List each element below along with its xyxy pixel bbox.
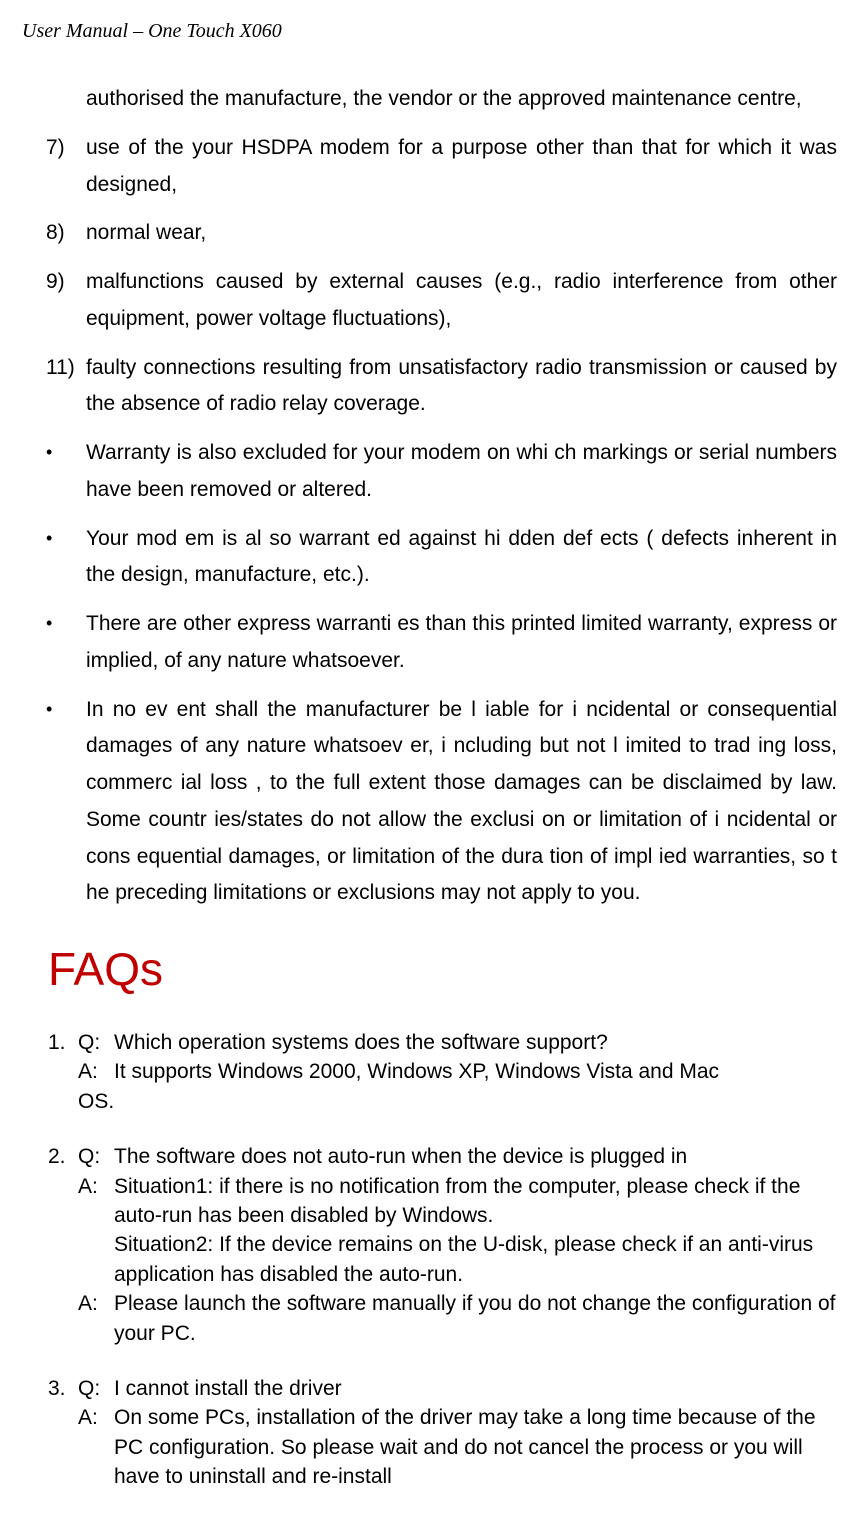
item-text: use of the your HSDPA modem for a purpos…: [86, 130, 837, 204]
bullet-icon: •: [46, 435, 86, 509]
faq-a-text: Situation1: if there is no notification …: [114, 1172, 837, 1231]
empty-num: [46, 81, 86, 118]
bullet-list-item: • Warranty is also excluded for your mod…: [46, 435, 837, 509]
faq-number: 3.: [48, 1374, 78, 1403]
numbered-list-item: 7) use of the your HSDPA modem for a pur…: [46, 130, 837, 204]
item-text: normal wear,: [86, 215, 837, 252]
bullet-text: There are other express warranti es than…: [86, 606, 837, 680]
faq-a-label: A:: [78, 1289, 114, 1348]
faq-spacer: [48, 1289, 78, 1348]
faq-spacer: [48, 1172, 78, 1231]
faq-a-extra: Situation2: If the device remains on the…: [48, 1230, 837, 1289]
bullet-text: In no ev ent shall the manufacturer be l…: [86, 692, 837, 913]
faq-a-text: Please launch the software manually if y…: [114, 1289, 837, 1348]
faq-a-continue: OS.: [48, 1087, 837, 1116]
numbered-list-item: 8) normal wear,: [46, 215, 837, 252]
item-number: 9): [46, 264, 86, 338]
bullet-icon: •: [46, 521, 86, 595]
faq-q-label: Q:: [78, 1028, 114, 1057]
faq-a-text: It supports Windows 2000, Windows XP, Wi…: [114, 1057, 837, 1086]
bullet-list-item: • In no ev ent shall the manufacturer be…: [46, 692, 837, 913]
bullet-list-item: • There are other express warranti es th…: [46, 606, 837, 680]
faq-q-text: Which operation systems does the softwar…: [114, 1028, 837, 1057]
faq-spacer: [48, 1403, 78, 1491]
bullet-icon: •: [46, 606, 86, 680]
faq-spacer: [48, 1057, 78, 1086]
bullet-icon: •: [46, 692, 86, 913]
item-text: malfunctions caused by external causes (…: [86, 264, 837, 338]
list-continuation-text: authorised the manufacture, the vendor o…: [86, 81, 837, 118]
item-number: 8): [46, 215, 86, 252]
item-number: 7): [46, 130, 86, 204]
faq-item: 3. Q: I cannot install the driver A: On …: [46, 1374, 837, 1492]
bullet-text: Warranty is also excluded for your modem…: [86, 435, 837, 509]
numbered-list-item: 11) faulty connections resulting from un…: [46, 350, 837, 424]
faq-a-label: A:: [78, 1057, 114, 1086]
faq-q-label: Q:: [78, 1374, 114, 1403]
faq-a-text: On some PCs, installation of the driver …: [114, 1403, 837, 1491]
faq-a-label: A:: [78, 1172, 114, 1231]
bullet-list-item: • Your mod em is al so warrant ed agains…: [46, 521, 837, 595]
item-number: 11): [46, 350, 86, 424]
faqs-heading: FAQs: [46, 942, 837, 996]
item-text: faulty connections resulting from unsati…: [86, 350, 837, 424]
faq-number: 2.: [48, 1142, 78, 1171]
faq-q-text: The software does not auto-run when the …: [114, 1142, 837, 1171]
faq-q-label: Q:: [78, 1142, 114, 1171]
faq-a-label: A:: [78, 1403, 114, 1491]
faq-item: 2. Q: The software does not auto-run whe…: [46, 1142, 837, 1348]
numbered-list-item: 9) malfunctions caused by external cause…: [46, 264, 837, 338]
page-header: User Manual – One Touch X060: [18, 20, 847, 43]
bullet-text: Your mod em is al so warrant ed against …: [86, 521, 837, 595]
list-continuation-row: authorised the manufacture, the vendor o…: [46, 81, 837, 118]
faq-q-text: I cannot install the driver: [114, 1374, 837, 1403]
faq-item: 1. Q: Which operation systems does the s…: [46, 1028, 837, 1116]
faq-number: 1.: [48, 1028, 78, 1057]
main-content: authorised the manufacture, the vendor o…: [18, 81, 847, 1491]
